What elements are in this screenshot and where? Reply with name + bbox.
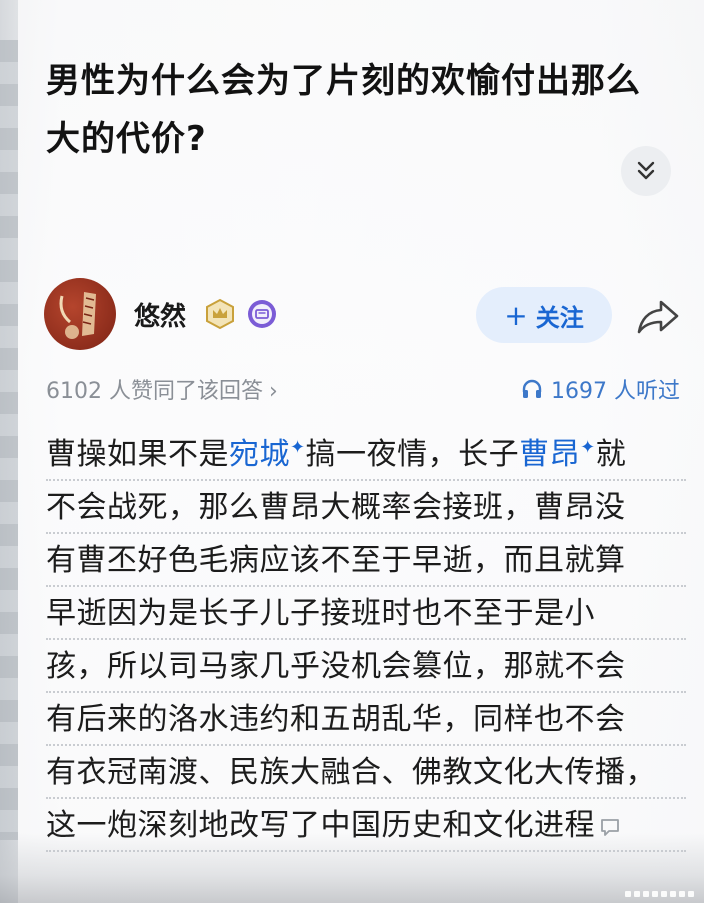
votes-text: 6102 人赞同了该回答 bbox=[46, 379, 263, 404]
dot bbox=[634, 891, 640, 897]
purple-badge-icon[interactable] bbox=[246, 298, 278, 330]
author-avatar[interactable] bbox=[44, 278, 116, 350]
bottom-fade bbox=[0, 833, 704, 903]
follow-label: 关注 bbox=[535, 303, 584, 332]
share-icon[interactable] bbox=[635, 296, 681, 336]
question-title[interactable]: 男性为什么会为了片刻的欢愉付出那么 大的代价? bbox=[46, 52, 676, 168]
dot bbox=[661, 891, 667, 897]
follow-button[interactable]: + 关注 bbox=[476, 287, 612, 343]
answer-line: 曹操如果不是宛城✦搞一夜情，长子曹昂✦就 bbox=[46, 428, 686, 481]
dot bbox=[688, 891, 694, 897]
question-title-line1: 男性为什么会为了片刻的欢愉付出那么 bbox=[46, 61, 641, 101]
chevron-double-down-icon bbox=[637, 161, 655, 180]
link-caoang[interactable]: 曹昂 bbox=[519, 437, 580, 472]
author-name[interactable]: 悠然 bbox=[134, 296, 186, 333]
dot bbox=[679, 891, 685, 897]
answer-text: 就 bbox=[595, 437, 627, 472]
answer-line: 有曹丕好色毛病应该不至于早逝，而且就算 bbox=[46, 534, 686, 587]
answer-text: 搞一夜情，长子 bbox=[305, 437, 520, 472]
answer-line: 不会战死，那么曹昂大概率会接班，曹昂没 bbox=[46, 481, 686, 534]
plus-icon: + bbox=[504, 298, 528, 332]
pagination-dots bbox=[625, 891, 694, 897]
dot bbox=[625, 891, 631, 897]
answer-line: 孩，所以司马家几乎没机会篡位，那就不会 bbox=[46, 640, 686, 693]
dot bbox=[643, 891, 649, 897]
link-wancheng[interactable]: 宛城 bbox=[229, 437, 290, 472]
avatar-illustration bbox=[59, 292, 96, 339]
answer-body[interactable]: 曹操如果不是宛城✦搞一夜情，长子曹昂✦就 不会战死，那么曹昂大概率会接班，曹昂没… bbox=[46, 428, 686, 852]
question-title-line2: 大的代价? bbox=[46, 119, 207, 159]
answer-line: 早逝因为是长子儿子接班时也不至于是小 bbox=[46, 587, 686, 640]
headphones-icon bbox=[522, 379, 542, 398]
chevron-right-icon: › bbox=[268, 379, 278, 404]
answer-line: 有衣冠南渡、民族大融合、佛教文化大传播， bbox=[46, 746, 686, 799]
crown-badge-icon[interactable] bbox=[204, 298, 236, 330]
answer-text: 曹操如果不是 bbox=[46, 437, 229, 472]
listen-text: 1697 人听过 bbox=[551, 379, 680, 404]
background-building bbox=[0, 40, 18, 840]
sparkle-icon: ✦ bbox=[290, 437, 306, 458]
sparkle-icon: ✦ bbox=[580, 437, 596, 458]
answer-line: 有后来的洛水违约和五胡乱华，同样也不会 bbox=[46, 693, 686, 746]
expand-question-button[interactable] bbox=[621, 146, 671, 196]
listen-count[interactable]: 1697 人听过 bbox=[521, 373, 680, 405]
dot bbox=[670, 891, 676, 897]
votes-count[interactable]: 6102 人赞同了该回答 › bbox=[46, 373, 278, 405]
dot bbox=[652, 891, 658, 897]
